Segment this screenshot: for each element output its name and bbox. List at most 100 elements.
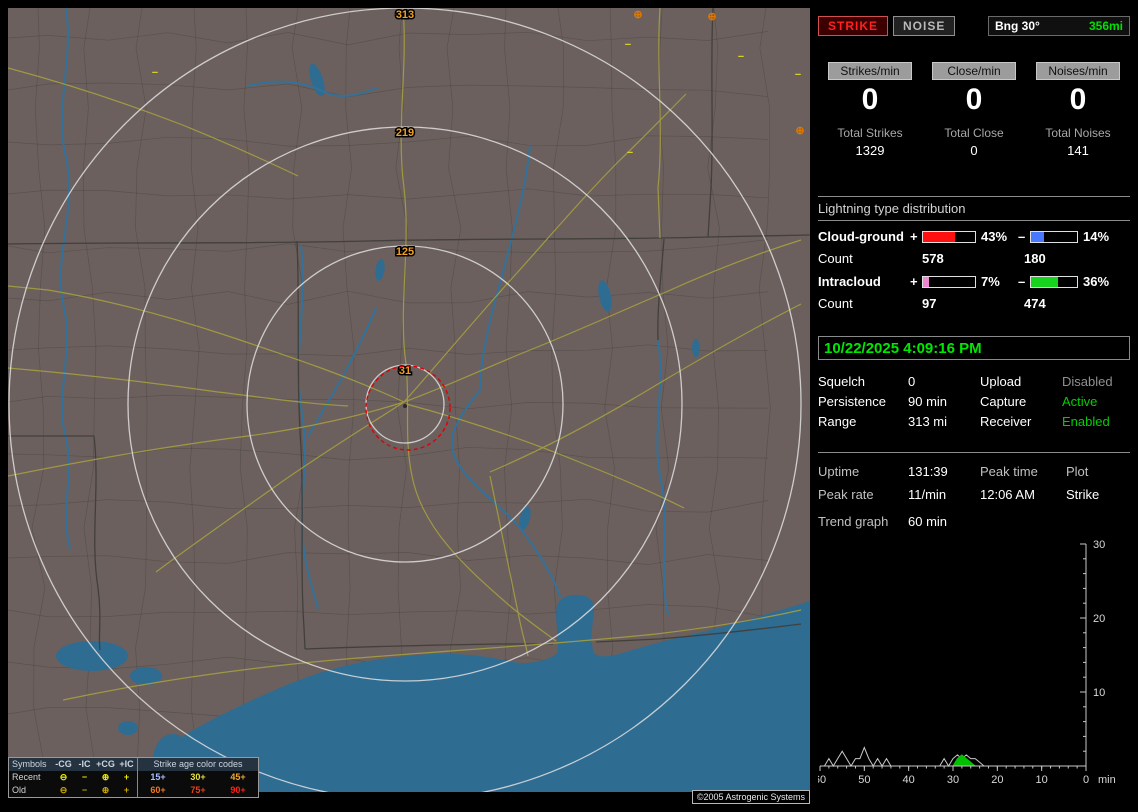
cg-negative-count: 180: [1024, 251, 1046, 266]
total-strikes-label: Total Strikes: [837, 126, 903, 140]
radar-map[interactable]: 313 219 125 31 ⊕ ⊕⊕−−−−−: [8, 8, 810, 792]
map-panel: 313 219 125 31 ⊕ ⊕ ⊕ − − − − − Symbols -CG -IC …: [8, 8, 810, 804]
ic-positive-count: 97: [922, 296, 937, 311]
old-pos-ic-icon: +: [123, 785, 130, 795]
legend-row-old: Old ⊖ − ⊕ + 60+ 75+ 90+: [9, 784, 258, 797]
legend-col-pos-ic: +IC: [119, 759, 134, 769]
svg-text:60: 60: [818, 774, 826, 786]
noises-per-min-button[interactable]: Noises/min: [1036, 62, 1120, 80]
strikes-per-min-value: 0: [861, 83, 879, 116]
svg-text:⊕: ⊕: [633, 9, 642, 21]
legend-recent-label: Recent: [12, 772, 41, 782]
legend-col-pos-cg: +CG: [96, 759, 115, 769]
strike-series: [820, 746, 1086, 767]
svg-text:−: −: [152, 67, 158, 79]
trend-graph-header: Trend graph 60 min: [818, 514, 947, 529]
status-panel: STRIKE NOISE Bng 30° 356mi Strikes/min 0…: [818, 8, 1130, 804]
map-legend: Symbols -CG -IC +CG +IC Strike age color…: [8, 757, 259, 798]
legend-age-title: Strike age color codes: [137, 758, 258, 771]
total-strikes-value: 1329: [855, 143, 885, 158]
old-neg-ic-icon: −: [81, 785, 88, 795]
cloud-ground-label: Cloud-ground: [818, 229, 904, 244]
old-neg-cg-icon: ⊖: [59, 785, 68, 795]
cloud-ground-counts: Count 578 180: [818, 251, 1130, 266]
trend-window-value: 60 min: [908, 514, 948, 529]
age-30: 30+: [190, 772, 206, 782]
ic-negative-bar: [1030, 275, 1078, 288]
legend-col-neg-ic: -IC: [78, 759, 91, 769]
range-value: 313 mi: [908, 414, 948, 429]
recent-neg-cg-icon: ⊖: [59, 772, 68, 782]
svg-text:−: −: [625, 39, 631, 51]
persistence-value: 90 min: [908, 394, 948, 409]
total-noises-value: 141: [1067, 143, 1089, 158]
ic-positive-pct: 7%: [981, 274, 1000, 289]
upload-label: Upload: [980, 374, 1022, 389]
legend-symbols-title: Symbols: [12, 759, 47, 769]
plus-sign: +: [910, 229, 918, 244]
plot-value: Strike: [1066, 487, 1100, 502]
uptime-value: 131:39: [908, 464, 948, 479]
svg-text:20: 20: [1093, 613, 1105, 625]
old-pos-cg-icon: ⊕: [101, 785, 110, 795]
squelch-value: 0: [908, 374, 916, 389]
trend-graph: 30 20 10 60 50 40 30 20 10 0 min: [818, 539, 1116, 786]
svg-text:30: 30: [947, 774, 959, 786]
noises-per-min-value: 0: [1069, 83, 1087, 116]
recent-age-colors: 15+ 30+ 45+: [137, 771, 258, 784]
minus-sign: –: [1018, 229, 1026, 244]
stats-table: Uptime 131:39 Peak time Plot Peak rate 1…: [818, 460, 1130, 506]
ic-positive-bar: [922, 275, 976, 288]
legend-old-label: Old: [12, 785, 27, 795]
uptime-label: Uptime: [818, 464, 860, 479]
settings-value2-0: Disabled: [1062, 374, 1113, 389]
old-age-colors: 60+ 75+ 90+: [137, 784, 258, 797]
close-per-min-button[interactable]: Close/min: [932, 62, 1016, 80]
settings-value2-2: Enabled: [1062, 414, 1110, 429]
svg-text:10: 10: [1036, 774, 1048, 786]
svg-text:⊕: ⊕: [795, 125, 804, 137]
svg-text:20: 20: [991, 774, 1003, 786]
bearing-label: Bng 30°: [995, 19, 1040, 33]
peak-rate-label: Peak rate: [818, 487, 874, 502]
svg-text:⊕: ⊕: [707, 11, 716, 23]
copyright-notice: ©2005 Astrogenic Systems: [691, 790, 810, 804]
counter-noises: Noises/min 0 Total Noises 141: [1026, 62, 1130, 158]
svg-text:0: 0: [1083, 774, 1089, 786]
age-90: 90+: [230, 785, 246, 795]
svg-text:min: min: [1098, 774, 1116, 786]
distribution-title: Lightning type distribution: [818, 197, 1130, 221]
settings-value2-1: Active: [1062, 394, 1098, 409]
trend-axis-labels: 30 20 10 60 50 40 30 20 10 0 min: [818, 539, 1116, 786]
recent-pos-ic-icon: +: [123, 772, 130, 782]
ic-count-label: Count: [818, 296, 853, 311]
peak-time-label: Peak time: [980, 464, 1038, 479]
cg-negative-bar: [1030, 230, 1078, 243]
svg-text:40: 40: [903, 774, 915, 786]
top-controls: STRIKE NOISE Bng 30° 356mi: [818, 16, 1130, 36]
svg-text:−: −: [795, 69, 801, 81]
lightning-distribution: Lightning type distribution Cloud-ground…: [818, 196, 1130, 311]
peak-rate-value: 11/min: [908, 487, 947, 502]
strike-button[interactable]: STRIKE: [818, 16, 889, 36]
cg-negative-pct: 14%: [1083, 229, 1110, 244]
svg-text:−: −: [627, 147, 633, 159]
noise-button[interactable]: NOISE: [893, 16, 956, 36]
persistence-label: Persistence: [818, 394, 886, 409]
counter-close: Close/min 0 Total Close 0: [922, 62, 1026, 158]
bearing-distance: 356mi: [1088, 19, 1123, 33]
trend-series: [820, 746, 1086, 767]
receiver-label: Receiver: [980, 414, 1032, 429]
ring-label-219: 219: [396, 127, 414, 139]
intracloud-label: Intracloud: [818, 274, 881, 289]
capture-label: Capture: [980, 394, 1027, 409]
range-label: Range: [818, 414, 857, 429]
strikes-per-min-button[interactable]: Strikes/min: [828, 62, 912, 80]
svg-text:50: 50: [858, 774, 870, 786]
trend-axes: [819, 543, 1087, 771]
svg-text:30: 30: [1093, 539, 1105, 551]
legend-header: Symbols -CG -IC +CG +IC Strike age color…: [9, 758, 258, 771]
ic-negative-pct: 36%: [1083, 274, 1110, 289]
ring-label-313: 313: [396, 9, 414, 21]
plot-label: Plot: [1066, 464, 1089, 479]
